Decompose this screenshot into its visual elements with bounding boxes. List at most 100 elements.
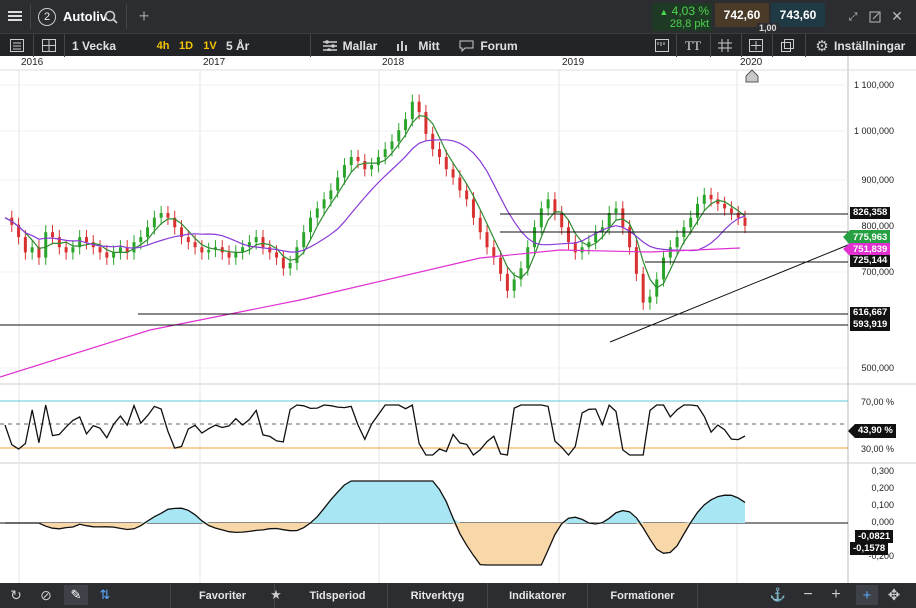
ma-short-line bbox=[4, 114, 746, 289]
candle-body bbox=[207, 249, 211, 253]
price-tick: 500,000 bbox=[861, 363, 894, 373]
text-tool-button[interactable]: TT bbox=[684, 34, 702, 57]
ask-price[interactable]: 743,60 bbox=[771, 3, 825, 27]
candle-body bbox=[254, 237, 258, 243]
year-label: 2017 bbox=[203, 57, 226, 68]
osc-tick: 0,100 bbox=[871, 500, 894, 510]
candle-body bbox=[478, 217, 482, 233]
search-icon[interactable] bbox=[103, 9, 119, 25]
pencil-icon[interactable]: ✎ bbox=[64, 585, 88, 605]
forum-button[interactable]: Forum bbox=[480, 34, 518, 57]
year-label: 2020 bbox=[740, 57, 763, 68]
trend-line bbox=[609, 244, 849, 343]
layout-icon[interactable] bbox=[41, 38, 57, 53]
candle-body bbox=[641, 273, 645, 303]
price-chart[interactable] bbox=[0, 56, 916, 583]
add-tab-icon[interactable]: + bbox=[136, 6, 152, 26]
osc-positive-area bbox=[5, 481, 745, 523]
candle-body bbox=[451, 169, 455, 178]
chart-toolbar: 1 Vecka 4h 1D 1V 5 År Mallar Mitt Forum … bbox=[0, 33, 916, 57]
mine-button[interactable]: Mitt bbox=[417, 34, 441, 57]
drawing-button[interactable]: Ritverktyg bbox=[388, 583, 488, 608]
candle-body bbox=[471, 199, 475, 218]
candle-body bbox=[662, 257, 666, 280]
candle-body bbox=[580, 247, 584, 253]
candle-body bbox=[546, 199, 550, 209]
candle-body bbox=[743, 217, 747, 226]
price-tick: 1 100,000 bbox=[853, 80, 894, 90]
disable-icon[interactable]: ⊘ bbox=[38, 587, 54, 603]
anchor-icon[interactable]: ⚓ bbox=[770, 587, 786, 603]
candle-body bbox=[44, 232, 48, 258]
candle-body bbox=[64, 247, 68, 253]
candle-body bbox=[309, 217, 313, 233]
candle-body bbox=[512, 279, 516, 291]
favorites-button[interactable]: Favoriter bbox=[170, 583, 275, 608]
zoom-out-icon[interactable]: − bbox=[800, 586, 816, 604]
interval-4h-button[interactable]: 4h bbox=[154, 34, 172, 57]
candle-body bbox=[336, 177, 340, 191]
crosshair-mode-icon[interactable]: + bbox=[856, 585, 878, 605]
popout-icon[interactable] bbox=[868, 10, 882, 24]
candle-body bbox=[342, 165, 346, 178]
list-icon[interactable] bbox=[9, 38, 25, 53]
copy-icon[interactable] bbox=[780, 38, 796, 53]
pan-icon[interactable]: ✥ bbox=[886, 586, 902, 604]
candle-body bbox=[689, 217, 693, 228]
crosshair-icon[interactable] bbox=[748, 38, 764, 53]
level-tag: 593,919 bbox=[850, 319, 891, 331]
forum-icon bbox=[458, 39, 474, 52]
rsi-arrow bbox=[848, 424, 855, 438]
period-button[interactable]: Tidsperiod bbox=[288, 583, 388, 608]
level-tag: 616,667 bbox=[850, 307, 891, 319]
instrument-title[interactable]: Autoliv bbox=[63, 9, 107, 24]
star-icon[interactable]: ★ bbox=[268, 587, 284, 603]
expand-icon[interactable]: ⤢ bbox=[846, 10, 860, 24]
candle-body bbox=[607, 213, 611, 228]
candle-body bbox=[553, 199, 557, 214]
sort-icon[interactable]: ⇅ bbox=[97, 587, 113, 603]
close-icon[interactable]: ✕ bbox=[890, 8, 904, 24]
candle-body bbox=[322, 199, 326, 209]
settings-button[interactable]: Inställningar bbox=[834, 34, 914, 57]
candle-body bbox=[458, 177, 462, 191]
top-bar: 2 Autoliv + ▲ 4,03 % 28,8 pkt 742,60 743… bbox=[0, 0, 916, 33]
candle-body bbox=[621, 208, 625, 228]
tab-number-badge[interactable]: 2 bbox=[38, 8, 56, 26]
osc-tick: 0,000 bbox=[871, 517, 894, 527]
candle-body bbox=[370, 165, 374, 170]
menu-icon[interactable] bbox=[6, 8, 24, 24]
interval-1v-button[interactable]: 1V bbox=[201, 34, 219, 57]
ruler-icon[interactable] bbox=[654, 38, 670, 53]
candle-body bbox=[410, 101, 414, 120]
range-select[interactable]: 5 År bbox=[226, 34, 256, 57]
candle-body bbox=[614, 208, 618, 214]
event-marker-icon[interactable] bbox=[745, 69, 759, 83]
candle-body bbox=[566, 227, 570, 243]
candle-body bbox=[200, 247, 204, 253]
zoom-in-icon[interactable]: + bbox=[828, 586, 844, 604]
rsi-value-tag: 43,90 % bbox=[855, 424, 896, 438]
patterns-button[interactable]: Formationer bbox=[588, 583, 698, 608]
refresh-icon[interactable]: ↻ bbox=[8, 587, 24, 603]
spread-value: 1,00 bbox=[757, 23, 779, 33]
candle-body bbox=[376, 157, 380, 166]
candle-body bbox=[437, 149, 441, 158]
candle-body bbox=[390, 141, 394, 150]
indicators-button[interactable]: Indikatorer bbox=[488, 583, 588, 608]
candle-body bbox=[152, 217, 156, 228]
period-select[interactable]: 1 Vecka bbox=[72, 34, 122, 57]
gear-icon[interactable]: ⚙ bbox=[814, 38, 830, 55]
year-label: 2016 bbox=[21, 57, 44, 68]
candle-body bbox=[186, 237, 190, 243]
osc-negative-area bbox=[5, 523, 745, 565]
interval-1d-button[interactable]: 1D bbox=[177, 34, 195, 57]
candle-body bbox=[648, 296, 652, 303]
candle-body bbox=[444, 157, 448, 170]
year-label: 2018 bbox=[382, 57, 405, 68]
templates-button[interactable]: Mallar bbox=[342, 34, 378, 57]
grid-icon[interactable] bbox=[717, 38, 733, 53]
osc-tick: 0,300 bbox=[871, 466, 894, 476]
candle-body bbox=[159, 213, 163, 218]
chart-area[interactable] bbox=[0, 56, 916, 583]
